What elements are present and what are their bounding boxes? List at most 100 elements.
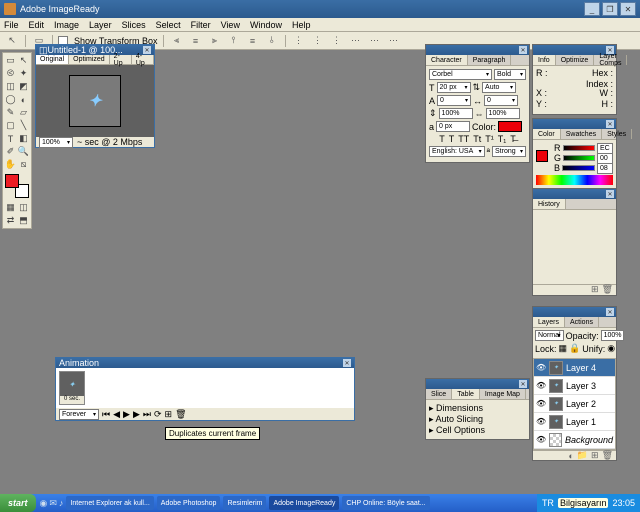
zoom-dropdown[interactable]: 100% — [39, 137, 73, 148]
layer-name[interactable]: Layer 4 — [566, 363, 596, 373]
close-icon[interactable]: ✕ — [519, 380, 527, 388]
menu-layer[interactable]: Layer — [89, 20, 112, 30]
animation-frame[interactable]: ✦ 0 sec. — [59, 371, 85, 405]
section-autoslicing[interactable]: ▸ Auto Slicing — [429, 414, 526, 425]
leading-field[interactable]: Auto — [482, 82, 516, 93]
trash-icon[interactable]: 🗑 — [602, 450, 613, 461]
lang-indicator[interactable]: TR — [542, 498, 554, 508]
delete-frame-icon[interactable]: 🗑 — [175, 409, 186, 420]
section-celloptions[interactable]: ▸ Cell Options — [429, 425, 526, 436]
close-icon[interactable]: ✕ — [606, 190, 614, 198]
frame-time[interactable]: 0 sec. — [60, 396, 84, 404]
zoom-tool-icon[interactable]: 🔍 — [17, 145, 30, 158]
blend-mode-dropdown[interactable]: Normal — [535, 330, 564, 341]
taskbar-item[interactable]: Resimlerim — [223, 496, 266, 510]
tab-optimized[interactable]: Optimized — [69, 55, 110, 64]
preview-icon[interactable]: ▦ — [4, 201, 17, 214]
tab-swatches[interactable]: Swatches — [561, 129, 602, 139]
sub-icon[interactable]: T₁ — [498, 134, 507, 144]
tab-2up[interactable]: 2-Up — [110, 55, 132, 64]
b-value[interactable]: 08 — [597, 163, 613, 174]
folder-icon[interactable]: 📁 — [577, 450, 588, 461]
eyedropper-tool-icon[interactable]: ✐ — [4, 145, 17, 158]
quicklaunch-icon[interactable]: ♪ — [59, 498, 64, 508]
new-icon[interactable]: ⊞ — [591, 284, 599, 295]
togglesl-icon[interactable]: ◫ — [17, 201, 30, 214]
taskbar-item[interactable]: Adobe ImageReady — [269, 496, 339, 510]
tab-color[interactable]: Color — [533, 129, 561, 139]
text-color-swatch[interactable] — [498, 121, 522, 132]
tab-styles[interactable]: Styles — [602, 129, 632, 139]
move-tool-icon[interactable]: ↖ — [17, 54, 30, 67]
close-icon[interactable]: ✕ — [606, 308, 614, 316]
tab-paragraph[interactable]: Paragraph — [468, 55, 512, 65]
panel-header[interactable]: ✕ — [533, 307, 616, 317]
shape-tool-icon[interactable]: ▢ — [4, 119, 17, 132]
clock[interactable]: 23:05 — [612, 498, 635, 508]
layer-name[interactable]: Layer 3 — [566, 381, 596, 391]
align-bottom-icon[interactable]: ⫰ — [264, 34, 280, 48]
tab-info[interactable]: Info — [533, 55, 556, 65]
artboard[interactable]: ✦ — [69, 75, 121, 127]
foreground-color[interactable] — [5, 174, 19, 188]
distribute-icon[interactable]: ⋮ — [310, 34, 326, 48]
menu-image[interactable]: Image — [54, 20, 79, 30]
map-select-tool-icon[interactable]: ◐ — [17, 93, 30, 106]
prev-frame-icon[interactable]: ◀ — [113, 409, 120, 420]
section-dimensions[interactable]: ▸ Dimensions — [429, 403, 526, 414]
distribute-icon[interactable]: ⋯ — [367, 34, 383, 48]
tab-table[interactable]: Table — [452, 389, 480, 399]
menu-file[interactable]: File — [4, 20, 19, 30]
menu-view[interactable]: View — [221, 20, 240, 30]
align-left-icon[interactable]: ⫷ — [169, 34, 185, 48]
tray-balloon[interactable]: Bilgisayarın — [558, 498, 609, 508]
tab-history[interactable]: History — [533, 199, 566, 209]
duplicate-frame-icon[interactable]: ⊞ — [165, 409, 173, 420]
lang-dropdown[interactable]: English: USA — [429, 146, 485, 157]
align-center-h-icon[interactable]: ≡ — [188, 34, 204, 48]
small-caps-icon[interactable]: Tt — [473, 134, 481, 144]
quicklaunch-icon[interactable]: ◉ — [40, 498, 48, 509]
close-icon[interactable]: ✕ — [343, 359, 351, 367]
opacity-field[interactable]: 100% — [601, 330, 625, 341]
menu-slices[interactable]: Slices — [122, 20, 146, 30]
size-field[interactable]: 20 px — [437, 82, 471, 93]
lock-pixels-icon[interactable]: ▦ — [559, 343, 568, 354]
quicklaunch-icon[interactable]: ✉ — [49, 498, 57, 509]
canvas-area[interactable]: ✦ — [36, 65, 154, 137]
color-preview[interactable] — [536, 150, 552, 166]
layer-thumb[interactable] — [549, 433, 562, 447]
last-frame-icon[interactable]: ⏭ — [143, 409, 151, 420]
layer-name[interactable]: Layer 1 — [566, 417, 596, 427]
distribute-icon[interactable]: ⋯ — [386, 34, 402, 48]
kern-field[interactable]: 0 — [437, 95, 471, 106]
layer-thumb[interactable]: ✦ — [549, 397, 563, 411]
lasso-tool-icon[interactable]: ⧀ — [4, 67, 17, 80]
eraser-tool-icon[interactable]: ▱ — [17, 106, 30, 119]
aa-dropdown[interactable]: Strong — [492, 146, 526, 157]
distribute-icon[interactable]: ⋮ — [329, 34, 345, 48]
layer-thumb[interactable]: ✦ — [549, 415, 563, 429]
panel-header[interactable]: ✕ — [426, 45, 529, 55]
taskbar-item[interactable]: Internet Explorer ak kull... — [66, 496, 153, 510]
layer-row[interactable]: 👁✦Layer 2 — [534, 395, 615, 413]
caps-icon[interactable]: TT — [458, 134, 469, 144]
line-tool-icon[interactable]: ╲ — [17, 119, 30, 132]
distribute-icon[interactable]: ⋯ — [348, 34, 364, 48]
tab-layers[interactable]: Layers — [533, 317, 565, 327]
visibility-icon[interactable]: 👁 — [536, 417, 546, 426]
layer-row[interactable]: 👁✦Layer 3 — [534, 377, 615, 395]
unify-icon[interactable]: ◉ — [607, 343, 615, 354]
panel-header[interactable]: ✕ — [533, 189, 616, 199]
strike-icon[interactable]: T̶ — [510, 134, 516, 144]
italic-icon[interactable]: T — [449, 134, 455, 144]
font-dropdown[interactable]: Corbel — [429, 69, 492, 80]
align-center-v-icon[interactable]: ≡ — [245, 34, 261, 48]
first-frame-icon[interactable]: ⏮ — [102, 409, 110, 420]
tab-4up[interactable]: 4-Up — [132, 55, 154, 64]
track-field[interactable]: 0 — [484, 95, 518, 106]
play-icon[interactable]: ▶ — [123, 409, 130, 420]
vscale-field[interactable]: 100% — [439, 108, 473, 119]
gradient-tool-icon[interactable]: ◧ — [17, 132, 30, 145]
bold-icon[interactable]: T — [439, 134, 445, 144]
